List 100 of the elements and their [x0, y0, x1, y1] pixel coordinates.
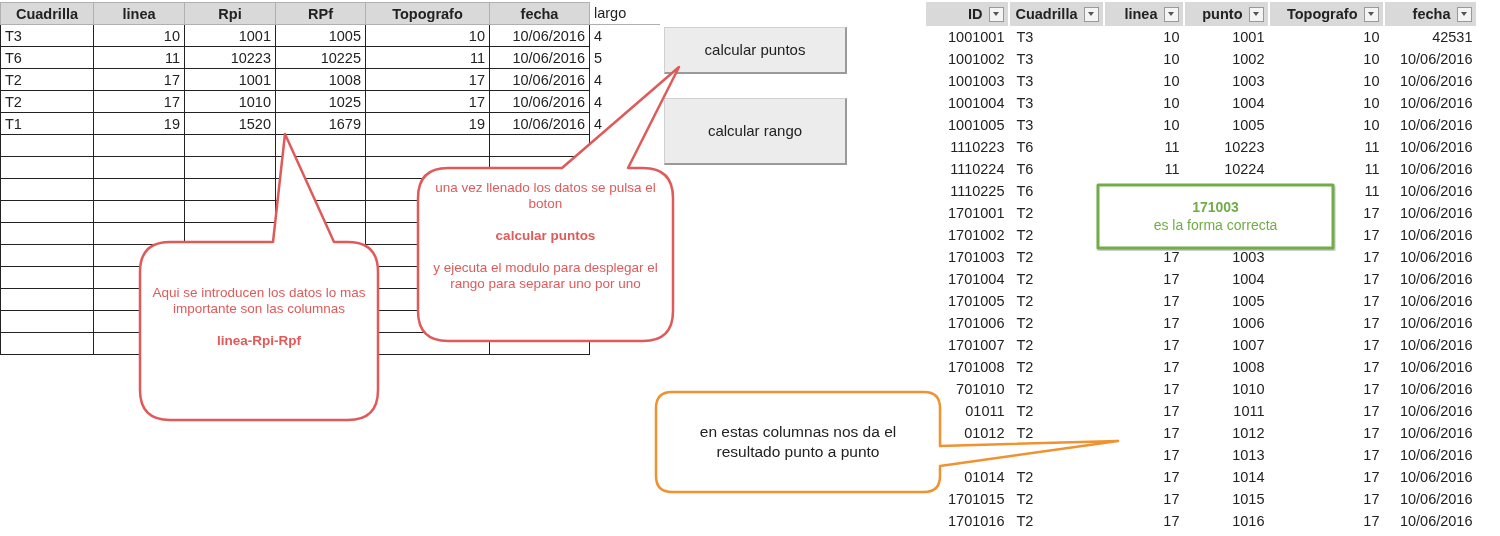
table-cell: 1679: [275, 112, 366, 135]
table-cell-text: 10/06/2016: [1398, 182, 1474, 201]
table-cell-text: 10/06/2016: [1398, 336, 1474, 355]
filter-button[interactable]: [1363, 6, 1379, 22]
table-cell-text: 1701016: [947, 512, 1006, 531]
table-cell: 42531: [1383, 26, 1477, 48]
table-cell-text: 17: [1162, 292, 1181, 311]
table-cell-text: 10/06/2016: [1398, 204, 1474, 223]
table-cell: T6: [0, 46, 94, 69]
callout-text: y ejecuta el modulo para desplegar el rango para separar uno por uno: [432, 260, 659, 292]
table-cell: 1520: [184, 112, 276, 135]
table-cell-text: 10: [1162, 50, 1181, 69]
table-cell-text: 10/06/2016: [1398, 358, 1474, 377]
table-cell-text: 1013: [1231, 446, 1266, 465]
table-cell-text: 1012: [1231, 424, 1266, 443]
table-cell-text: T2: [1015, 424, 1035, 443]
table-cell-text: 17: [1362, 358, 1381, 377]
callout-text: calcular puntos: [494, 228, 597, 244]
table-cell-text: 1701001: [947, 204, 1006, 223]
table-cell: 4: [589, 24, 660, 47]
table-cell: 1001: [184, 24, 276, 47]
table-cell-text: T2: [1015, 292, 1035, 311]
table-cell: 4: [589, 90, 660, 113]
table-cell-text: 17: [1162, 402, 1181, 421]
table-cell-text: 10/06/2016: [1398, 380, 1474, 399]
callout-text: Aqui se introducen los datos lo mas importante son las columnas: [151, 285, 367, 317]
table-cell-text: 1007: [1231, 336, 1266, 355]
table-cell-text: 1006: [1231, 314, 1266, 333]
table-cell-text: 10/06/2016: [1398, 512, 1474, 531]
table-cell-text: 10/06/2016: [1398, 468, 1474, 487]
table-cell-text: 17: [1162, 490, 1181, 509]
table-cell-text: 17: [1362, 402, 1381, 421]
table-cell-text: 10/06/2016: [1398, 292, 1474, 311]
table-cell-text: 17: [1362, 204, 1381, 223]
table-cell-text: 17: [1162, 358, 1181, 377]
caret-icon: [993, 12, 999, 16]
table-cell: 1010: [184, 90, 276, 113]
table-cell-text: 17: [1362, 292, 1381, 311]
table-cell-text: T6: [1015, 138, 1035, 157]
table-cell: T3: [1008, 26, 1104, 48]
table-cell-text: 10/06/2016: [1398, 314, 1474, 333]
table-cell: T1: [0, 112, 94, 135]
filter-button[interactable]: [988, 6, 1004, 22]
table-cell-text: 1002: [1231, 50, 1266, 69]
column-header: ID: [968, 5, 983, 24]
filter-button[interactable]: [1248, 6, 1264, 22]
table-cell-text: 10: [1362, 72, 1381, 91]
table-cell-text: 17: [1162, 248, 1181, 267]
table-cell-text: 1701007: [947, 336, 1006, 355]
table-cell-text: 1701015: [947, 490, 1006, 509]
table-cell-text: 01011: [964, 402, 1006, 421]
column-header: fecha: [1412, 5, 1451, 24]
macro-button[interactable]: calcular puntos: [664, 27, 847, 74]
table-cell-text: 17: [1162, 336, 1181, 355]
table-cell-text: 17: [1362, 468, 1381, 487]
table-cell: 10: [1103, 26, 1184, 48]
table-cell-text: 1016: [1231, 512, 1266, 531]
table-cell-text: 17: [1162, 424, 1181, 443]
callout-text: es la forma correcta: [1152, 216, 1279, 234]
table-cell-text: T3: [1015, 116, 1035, 135]
table-cell-text: 10/06/2016: [1398, 248, 1474, 267]
table-cell-text: 17: [1162, 270, 1181, 289]
table-cell-text: 17: [1362, 270, 1381, 289]
table-cell: 1008: [275, 68, 366, 91]
table-cell-text: T2: [1015, 248, 1035, 267]
table-cell-text: 1701006: [947, 314, 1006, 333]
table-cell: 10/06/2016: [489, 24, 590, 47]
table-cell-text: 1005: [1231, 292, 1266, 311]
table-cell-text: 17: [1362, 490, 1381, 509]
table-cell-text: 11: [1363, 182, 1381, 201]
table-cell-text: 11: [1163, 160, 1181, 179]
filter-button[interactable]: [1083, 6, 1099, 22]
table-cell-text: 10/06/2016: [1398, 138, 1474, 157]
table-cell-text: T3: [1015, 50, 1035, 69]
table-cell-text: 1003: [1231, 248, 1266, 267]
caret-icon: [1253, 12, 1259, 16]
table-cell-text: 10: [1362, 94, 1381, 113]
table-cell-text: 1110223: [949, 138, 1006, 157]
table-cell: 17: [93, 90, 185, 113]
table-cell-text: 1001004: [947, 94, 1006, 113]
table-cell-text: T2: [1015, 380, 1035, 399]
table-cell-text: 1008: [1231, 358, 1266, 377]
filter-button[interactable]: [1163, 6, 1179, 22]
caret-icon: [1461, 12, 1467, 16]
caret-icon: [1088, 12, 1094, 16]
table-cell: 10/06/2016: [489, 90, 590, 113]
table-cell: 4: [589, 112, 660, 135]
table-cell: 19: [93, 112, 185, 135]
table-cell-text: 10/06/2016: [1398, 446, 1474, 465]
filter-button[interactable]: [1456, 6, 1472, 22]
table-cell: 1001: [184, 68, 276, 91]
macro-button[interactable]: calcular rango: [664, 98, 847, 165]
table-cell-text: T2: [1015, 358, 1035, 377]
table-cell-text: 1011: [1232, 402, 1266, 421]
table-cell-text: 11: [1163, 138, 1181, 157]
table-cell: 10: [93, 24, 185, 47]
table-cell: 5: [589, 46, 660, 69]
table-cell-text: T2: [1015, 402, 1035, 421]
table-cell-text: 17: [1162, 468, 1181, 487]
table-cell: 17: [365, 68, 490, 91]
